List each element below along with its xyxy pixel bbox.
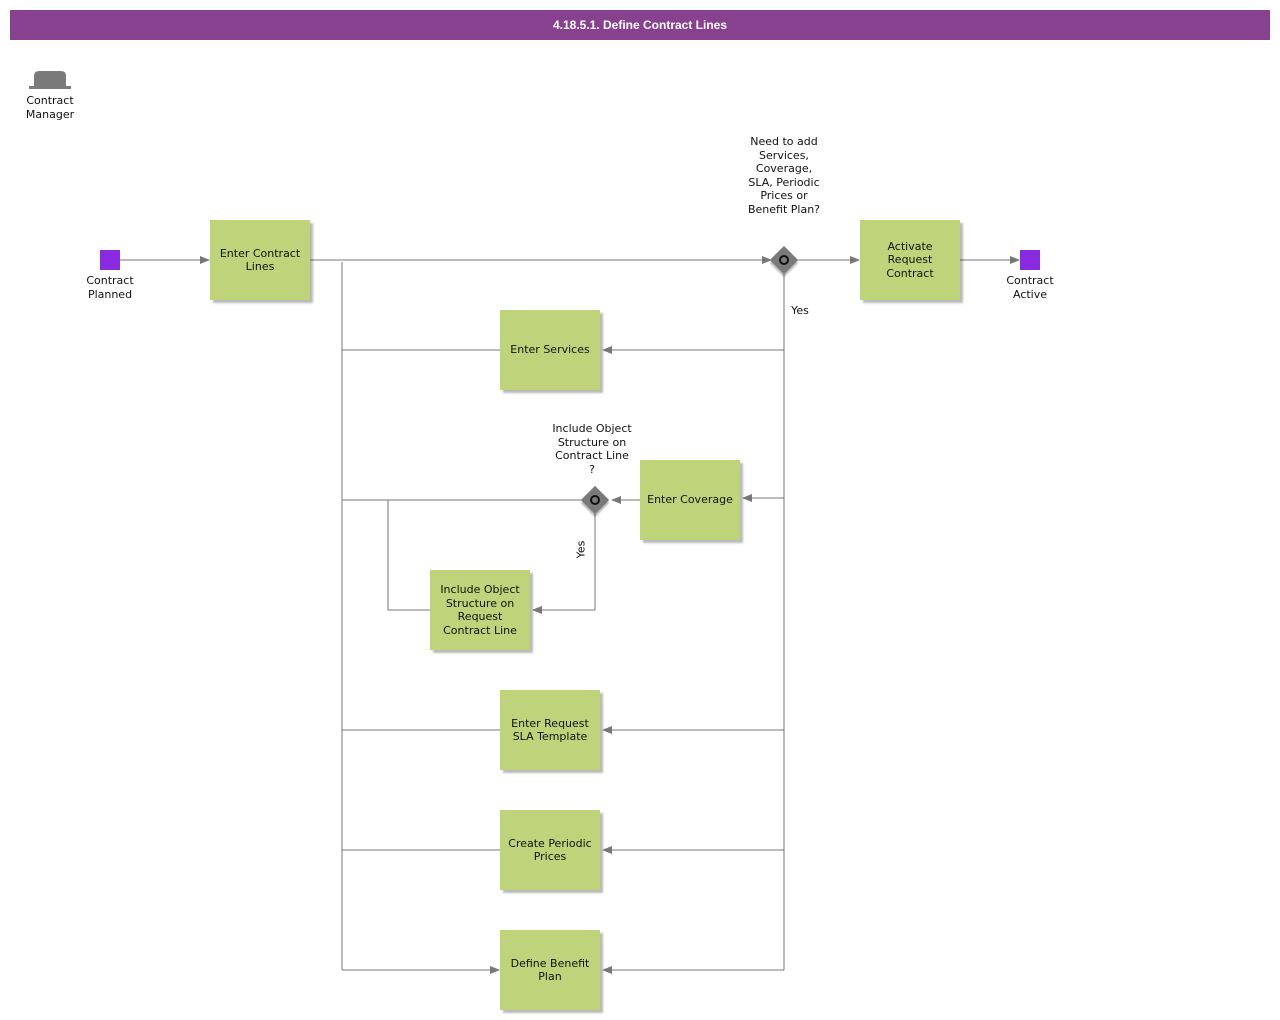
yes-label-1: Yes (791, 304, 809, 317)
task-enter-coverage[interactable]: Enter Coverage (640, 460, 740, 540)
hat-icon (29, 71, 71, 89)
end-event[interactable] (1020, 250, 1040, 270)
task-create-periodic-prices[interactable]: Create Periodic Prices (500, 810, 600, 890)
task-enter-contract-lines[interactable]: Enter Contract Lines (210, 220, 310, 300)
gateway-need-to-add-label: Need to add Services, Coverage, SLA, Per… (747, 135, 821, 216)
start-event[interactable] (100, 250, 120, 270)
flow-gateway2-yes (532, 514, 596, 614)
task-activate-request-contract[interactable]: Activate Request Contract (860, 220, 960, 300)
flow-object-structure-return (387, 500, 430, 611)
gateway-include-object-structure-label: Include Object Structure on Contract Lin… (552, 422, 632, 476)
start-event-label: Contract Planned (86, 274, 134, 301)
role-label: Contract Manager (25, 94, 75, 121)
task-define-benefit-plan[interactable]: Define Benefit Plan (500, 930, 600, 1010)
gateway-circle-icon (590, 495, 600, 505)
task-include-object-structure[interactable]: Include Object Structure on Request Cont… (430, 570, 530, 650)
end-event-label: Contract Active (1006, 274, 1054, 301)
gateway-circle-icon (779, 255, 789, 265)
task-enter-services[interactable]: Enter Services (500, 310, 600, 390)
yes-label-2: Yes (574, 540, 588, 559)
task-enter-sla-template[interactable]: Enter Request SLA Template (500, 690, 600, 770)
